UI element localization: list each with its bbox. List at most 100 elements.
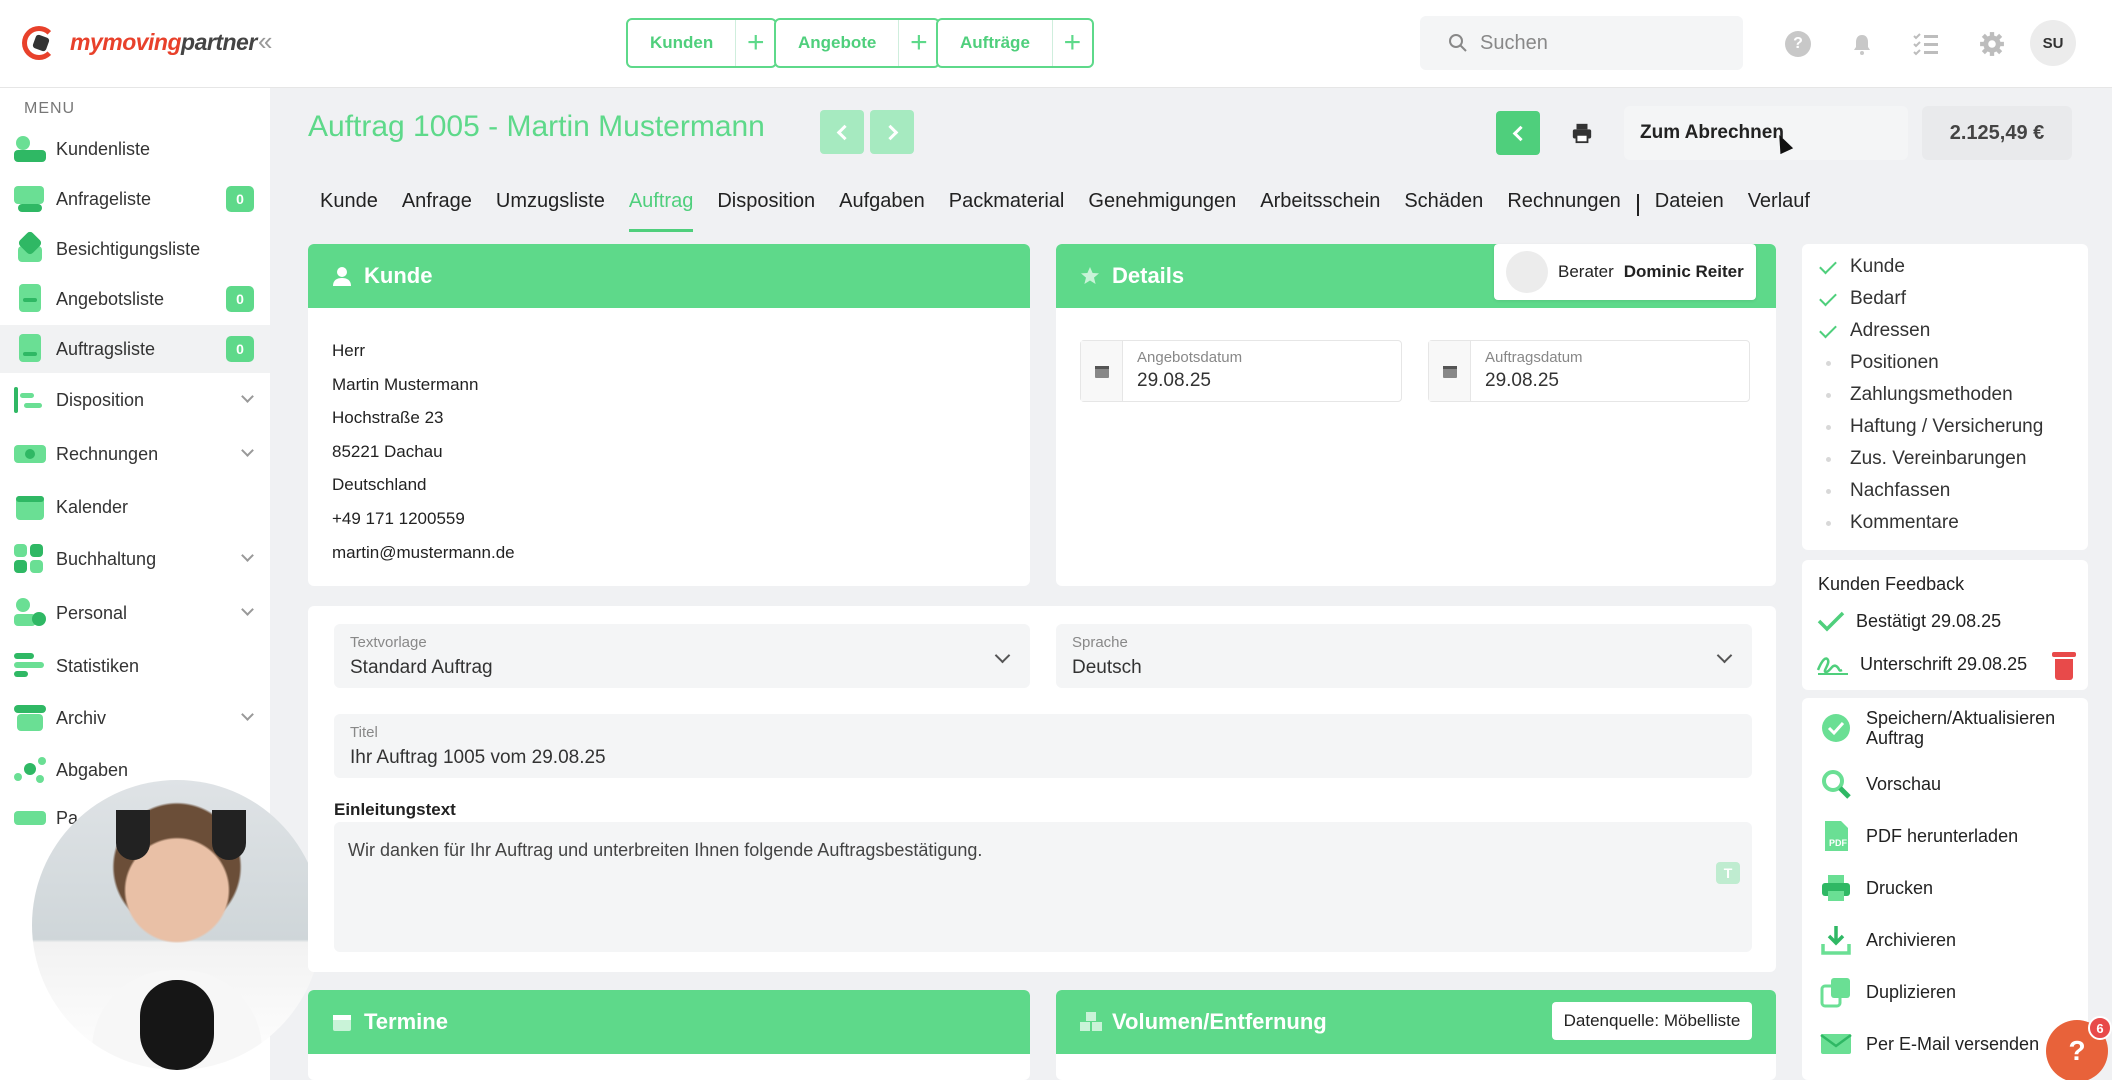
termine-card-header: Termine: [308, 990, 1030, 1054]
chevron-down-icon: [241, 390, 254, 403]
checklist-item-bedarf[interactable]: Bedarf: [1819, 288, 1906, 310]
tab-aufgaben[interactable]: Aufgaben: [827, 184, 937, 226]
pdf-download-label: PDF herunterladen: [1866, 825, 2019, 846]
tab-genehmigungen[interactable]: Genehmigungen: [1076, 184, 1248, 226]
einleitungstext-label: Einleitungstext: [334, 800, 456, 819]
print-button[interactable]: Drucken: [1820, 872, 1933, 904]
berater-badge[interactable]: Berater Dominic Reiter: [1494, 244, 1756, 300]
previous-order-button[interactable]: [820, 110, 864, 154]
archive-button[interactable]: Archivieren: [1820, 924, 1956, 956]
checklist-item-kunde[interactable]: Kunde: [1819, 256, 1905, 278]
customer-card-header: Kunde: [308, 244, 1030, 308]
dot-icon: [1820, 424, 1836, 430]
tab-schaeden[interactable]: Schäden: [1392, 184, 1495, 226]
sidebar-item-angebotsliste[interactable]: Angebotsliste 0: [0, 275, 270, 323]
sidebar-item-besichtigungsliste[interactable]: Besichtigungsliste: [0, 225, 270, 273]
send-email-button[interactable]: Per E-Mail versenden: [1820, 1028, 2039, 1060]
tasks-icon[interactable]: [1910, 28, 1942, 60]
webcam-overlay: [32, 780, 322, 1070]
feedback-title: Kunden Feedback: [1818, 574, 1965, 594]
duplicate-button[interactable]: Duplizieren: [1820, 976, 1956, 1008]
sidebar-item-disposition[interactable]: Disposition: [0, 376, 270, 424]
tab-umzugsliste[interactable]: Umzugsliste: [484, 184, 617, 226]
textvorlage-select[interactable]: Textvorlage Standard Auftrag: [334, 624, 1030, 688]
tab-kunde[interactable]: Kunde: [308, 184, 390, 226]
quick-kunden-button[interactable]: Kunden: [628, 20, 735, 66]
checklist-item-positionen[interactable]: Positionen: [1820, 352, 1939, 374]
help-icon[interactable]: ?: [1782, 28, 1814, 60]
text-template-icon[interactable]: T: [1716, 862, 1740, 884]
checklist-item-kommentare[interactable]: Kommentare: [1820, 512, 1959, 534]
sidebar-item-label: Statistiken: [56, 655, 140, 676]
back-button[interactable]: [1496, 111, 1540, 155]
checklist-item-haftung[interactable]: Haftung / Versicherung: [1820, 416, 2043, 438]
sprache-select[interactable]: Sprache Deutsch: [1056, 624, 1752, 688]
search-input[interactable]: Suchen: [1420, 16, 1743, 70]
svg-text:PDF: PDF: [1829, 838, 1848, 848]
sidebar-item-anfrageliste[interactable]: Anfrageliste 0: [0, 175, 270, 223]
save-update-button[interactable]: Speichern/Aktualisieren Auftrag: [1820, 708, 2066, 748]
search-placeholder: Suchen: [1480, 31, 1548, 54]
add-angebot-plus-icon[interactable]: +: [898, 20, 938, 66]
sidebar-item-buchhaltung[interactable]: Buchhaltung: [0, 535, 270, 583]
order-date-field[interactable]: Auftragsdatum 29.08.25: [1428, 340, 1750, 402]
pdf-download-button[interactable]: PDF PDF herunterladen: [1820, 820, 2018, 852]
einleitungstext-textarea[interactable]: Wir danken für Ihr Auftrag und unterbrei…: [334, 822, 1752, 952]
titel-input[interactable]: Titel Ihr Auftrag 1005 vom 29.08.25: [334, 714, 1752, 778]
tab-dateien[interactable]: Dateien: [1643, 184, 1736, 226]
tab-disposition[interactable]: Disposition: [705, 184, 827, 226]
tab-anfrage[interactable]: Anfrage: [390, 184, 484, 226]
sidebar-item-personal[interactable]: Personal: [0, 589, 270, 637]
bell-icon[interactable]: [1846, 28, 1878, 60]
chevron-down-icon: [241, 444, 254, 457]
sidebar-item-rechnungen[interactable]: Rechnungen: [0, 430, 270, 478]
gear-icon[interactable]: [1976, 28, 2008, 60]
count-badge: 0: [226, 186, 254, 212]
termine-card-title: Termine: [364, 1009, 448, 1034]
offer-date-field[interactable]: Angebotsdatum 29.08.25: [1080, 340, 1402, 402]
checklist-item-nachfassen[interactable]: Nachfassen: [1820, 480, 1950, 502]
customer-email[interactable]: martin@mustermann.de: [332, 536, 1030, 570]
sidebar-item-statistiken[interactable]: Statistiken: [0, 642, 270, 690]
sidebar-item-kundenliste[interactable]: Kundenliste: [0, 125, 270, 173]
customer-country: Deutschland: [332, 475, 427, 495]
help-chat-button[interactable]: ? 6: [2046, 1016, 2112, 1080]
customer-address: Herr Martin Mustermann Hochstraße 23 852…: [308, 308, 1030, 569]
logo[interactable]: mymovingpartner: [20, 22, 257, 62]
offer-date-value: 29.08.25: [1137, 370, 1211, 391]
money-icon: [14, 439, 48, 469]
sidebar-item-label: Personal: [56, 602, 128, 623]
checklist-item-vereinbarungen[interactable]: Zus. Vereinbarungen: [1820, 448, 2026, 470]
customer-feedback-card: Kunden Feedback Bestätigt 29.08.25 Unter…: [1802, 560, 2088, 690]
user-avatar[interactable]: SU: [2030, 20, 2076, 66]
checklist-item-adressen[interactable]: Adressen: [1819, 320, 1930, 342]
preview-label: Vorschau: [1866, 773, 1942, 794]
tab-auftrag[interactable]: Auftrag: [617, 184, 705, 232]
preview-button[interactable]: Vorschau: [1820, 768, 1941, 800]
dot-icon: [1820, 392, 1836, 398]
tab-packmaterial[interactable]: Packmaterial: [937, 184, 1077, 226]
order-total: 2.125,49 €: [1922, 106, 2072, 160]
checklist-item-zahlungsmethoden[interactable]: Zahlungsmethoden: [1820, 384, 2013, 406]
add-kunde-plus-icon[interactable]: +: [735, 20, 775, 66]
sidebar-item-label: Abgaben: [56, 759, 129, 780]
zum-abrechnen-button[interactable]: Zum Abrechnen: [1624, 106, 1908, 160]
sidebar-item-auftragsliste[interactable]: Auftragsliste 0: [0, 325, 270, 373]
tab-arbeitsschein[interactable]: Arbeitsschein: [1248, 184, 1392, 226]
datenquelle-button[interactable]: Datenquelle: Möbelliste: [1552, 1002, 1752, 1040]
collapse-sidebar-icon[interactable]: «: [258, 26, 272, 57]
download-tray-icon: [1820, 924, 1852, 956]
menu-heading: MENU: [24, 100, 76, 117]
next-order-button[interactable]: [870, 110, 914, 154]
sidebar-item-archiv[interactable]: Archiv: [0, 694, 270, 742]
trash-icon[interactable]: [2052, 650, 2076, 680]
sidebar-item-kalender[interactable]: Kalender: [0, 483, 270, 531]
print-icon[interactable]: [1560, 111, 1604, 155]
customer-phone[interactable]: +49 171 1200559: [332, 502, 1030, 536]
print-label: Drucken: [1866, 877, 1934, 898]
quick-auftraege-button[interactable]: Aufträge: [938, 20, 1052, 66]
add-auftrag-plus-icon[interactable]: +: [1051, 20, 1092, 66]
tab-rechnungen[interactable]: Rechnungen: [1495, 184, 1632, 226]
tab-verlauf[interactable]: Verlauf: [1736, 184, 1822, 226]
quick-angebote-button[interactable]: Angebote: [776, 20, 898, 66]
